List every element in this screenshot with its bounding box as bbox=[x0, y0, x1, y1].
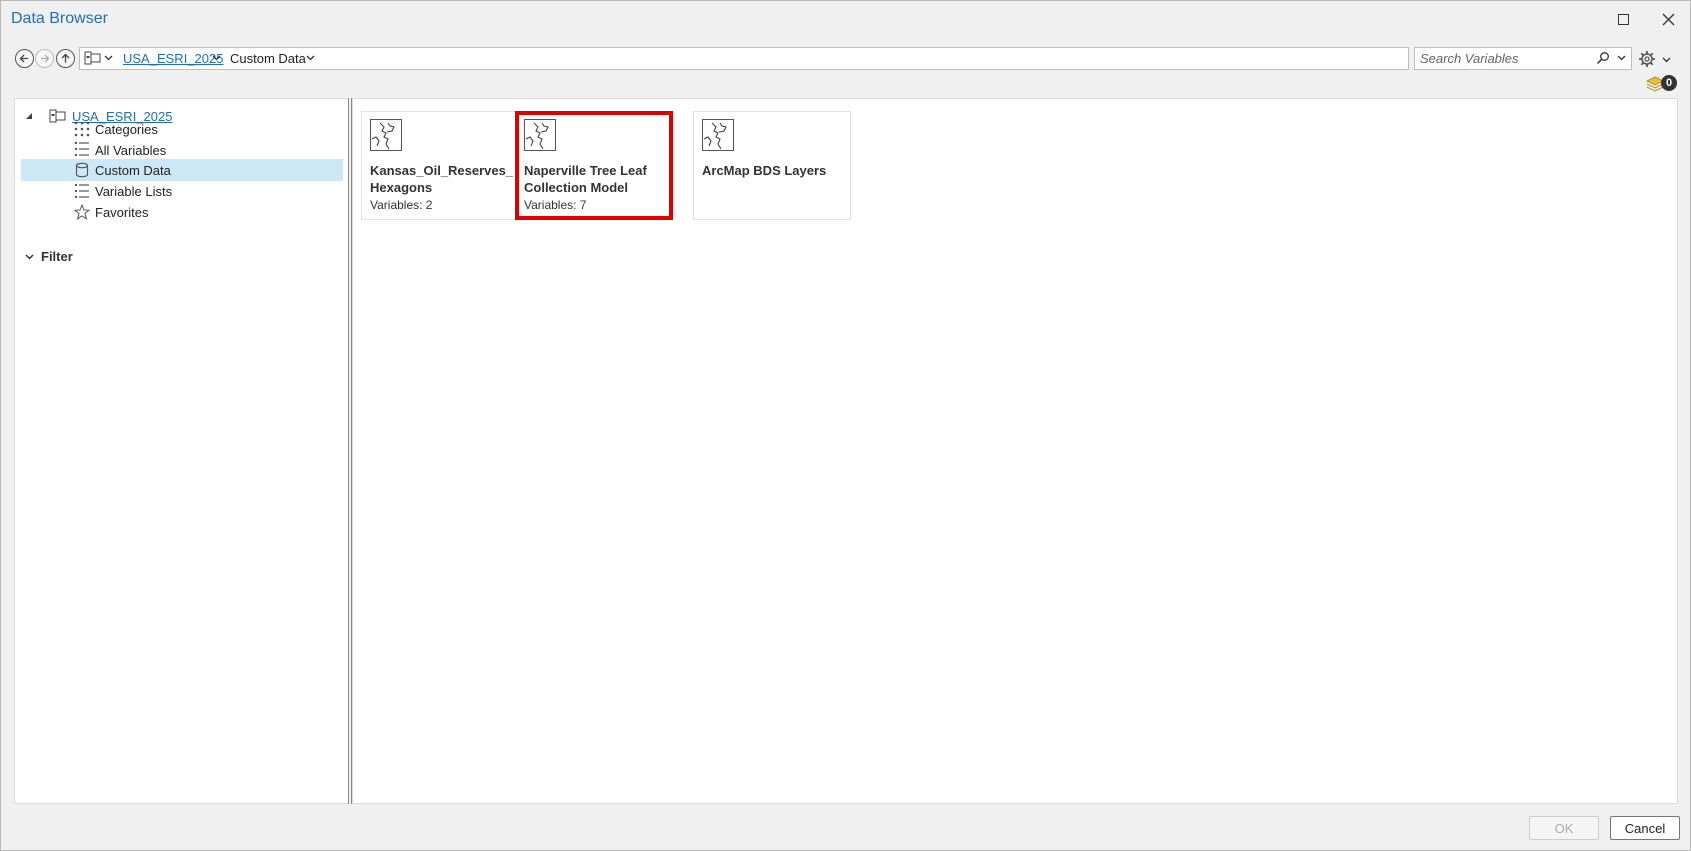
toolbar: USA_ESRI_2025 Custom Data bbox=[1, 45, 1690, 71]
title-bar: Data Browser bbox=[1, 1, 1690, 37]
chevron-down-icon[interactable] bbox=[1617, 53, 1626, 62]
window-title: Data Browser bbox=[11, 10, 108, 27]
tree-item-label: Variable Lists bbox=[95, 184, 173, 199]
chevron-down-icon[interactable] bbox=[306, 53, 315, 62]
card-title: Naperville Tree Leaf Collection Model bbox=[524, 163, 647, 195]
settings-button[interactable] bbox=[1638, 48, 1674, 70]
data-source-icon bbox=[84, 51, 101, 65]
tree-item-label: Categories bbox=[95, 122, 158, 137]
maximize-icon bbox=[1617, 13, 1629, 25]
content-pane: Kansas_Oil_Reserves_Hexagons Variables: … bbox=[352, 98, 1678, 804]
breadcrumb-dataset-link[interactable]: USA_ESRI_2025 bbox=[123, 51, 223, 66]
list-icon bbox=[74, 183, 89, 199]
dataset-card-selected[interactable]: Naperville Tree Leaf Collection Model Va… bbox=[515, 111, 673, 220]
chevron-down-icon[interactable] bbox=[212, 53, 221, 62]
address-bar[interactable]: USA_ESRI_2025 Custom Data bbox=[79, 47, 1487, 71]
gear-icon bbox=[1639, 51, 1655, 67]
card-title: Kansas_Oil_Reserves_Hexagons bbox=[370, 163, 514, 195]
tree-item-label: Custom Data bbox=[95, 163, 171, 178]
tree-item-custom-data[interactable]: Custom Data bbox=[21, 159, 343, 181]
cancel-button[interactable]: Cancel bbox=[1610, 816, 1680, 840]
forward-button[interactable] bbox=[35, 49, 54, 68]
tree-item-label: Favorites bbox=[95, 205, 149, 220]
data-browser-window: Data Browser USA_ESRI_2025 Custom Data S… bbox=[0, 0, 1691, 851]
close-icon bbox=[1662, 13, 1674, 25]
breadcrumb-current[interactable]: Custom Data bbox=[230, 51, 306, 66]
search-input[interactable] bbox=[1415, 48, 1585, 69]
map-outline-icon bbox=[702, 119, 734, 151]
map-outline-icon bbox=[370, 119, 402, 151]
card-title: ArcMap BDS Layers bbox=[702, 163, 827, 178]
dataset-card[interactable]: ArcMap BDS Layers bbox=[693, 111, 851, 220]
ok-button[interactable]: OK bbox=[1529, 816, 1599, 840]
card-variables-count: Variables: 7 bbox=[524, 198, 587, 212]
list-icon bbox=[74, 141, 89, 157]
selected-layers-indicator[interactable]: 0 bbox=[1646, 73, 1680, 93]
filter-label: Filter bbox=[41, 249, 73, 264]
tree-item-variable-lists[interactable]: Variable Lists bbox=[21, 180, 343, 202]
database-icon bbox=[75, 162, 89, 178]
map-outline-icon bbox=[524, 119, 556, 151]
chevron-down-icon[interactable] bbox=[104, 53, 113, 62]
maximize-button[interactable] bbox=[1608, 7, 1638, 31]
up-button[interactable] bbox=[56, 49, 75, 68]
arrow-right-icon bbox=[41, 54, 50, 63]
tree-item-favorites[interactable]: Favorites bbox=[21, 201, 343, 223]
tree-item-all-variables[interactable]: All Variables bbox=[21, 138, 343, 160]
dataset-card[interactable]: Kansas_Oil_Reserves_Hexagons Variables: … bbox=[361, 111, 519, 220]
arrow-left-icon bbox=[19, 54, 28, 63]
search-icon[interactable] bbox=[1596, 51, 1610, 65]
layers-count-badge: 0 bbox=[1661, 75, 1677, 91]
chevron-down-icon bbox=[1662, 57, 1671, 62]
close-button[interactable] bbox=[1653, 7, 1683, 31]
chevron-down-icon bbox=[25, 254, 34, 260]
search-box bbox=[1414, 47, 1632, 70]
back-button[interactable] bbox=[15, 49, 34, 68]
star-icon bbox=[74, 204, 90, 220]
tree-item-label: All Variables bbox=[95, 143, 167, 158]
tree-item-categories[interactable]: Categories bbox=[21, 117, 343, 139]
navigation-pane: USA_ESRI_2025 Categories All Variables C… bbox=[14, 98, 349, 804]
card-variables-count: Variables: 2 bbox=[370, 198, 433, 212]
arrow-up-icon bbox=[61, 53, 70, 63]
grid-dots-icon bbox=[74, 121, 90, 137]
